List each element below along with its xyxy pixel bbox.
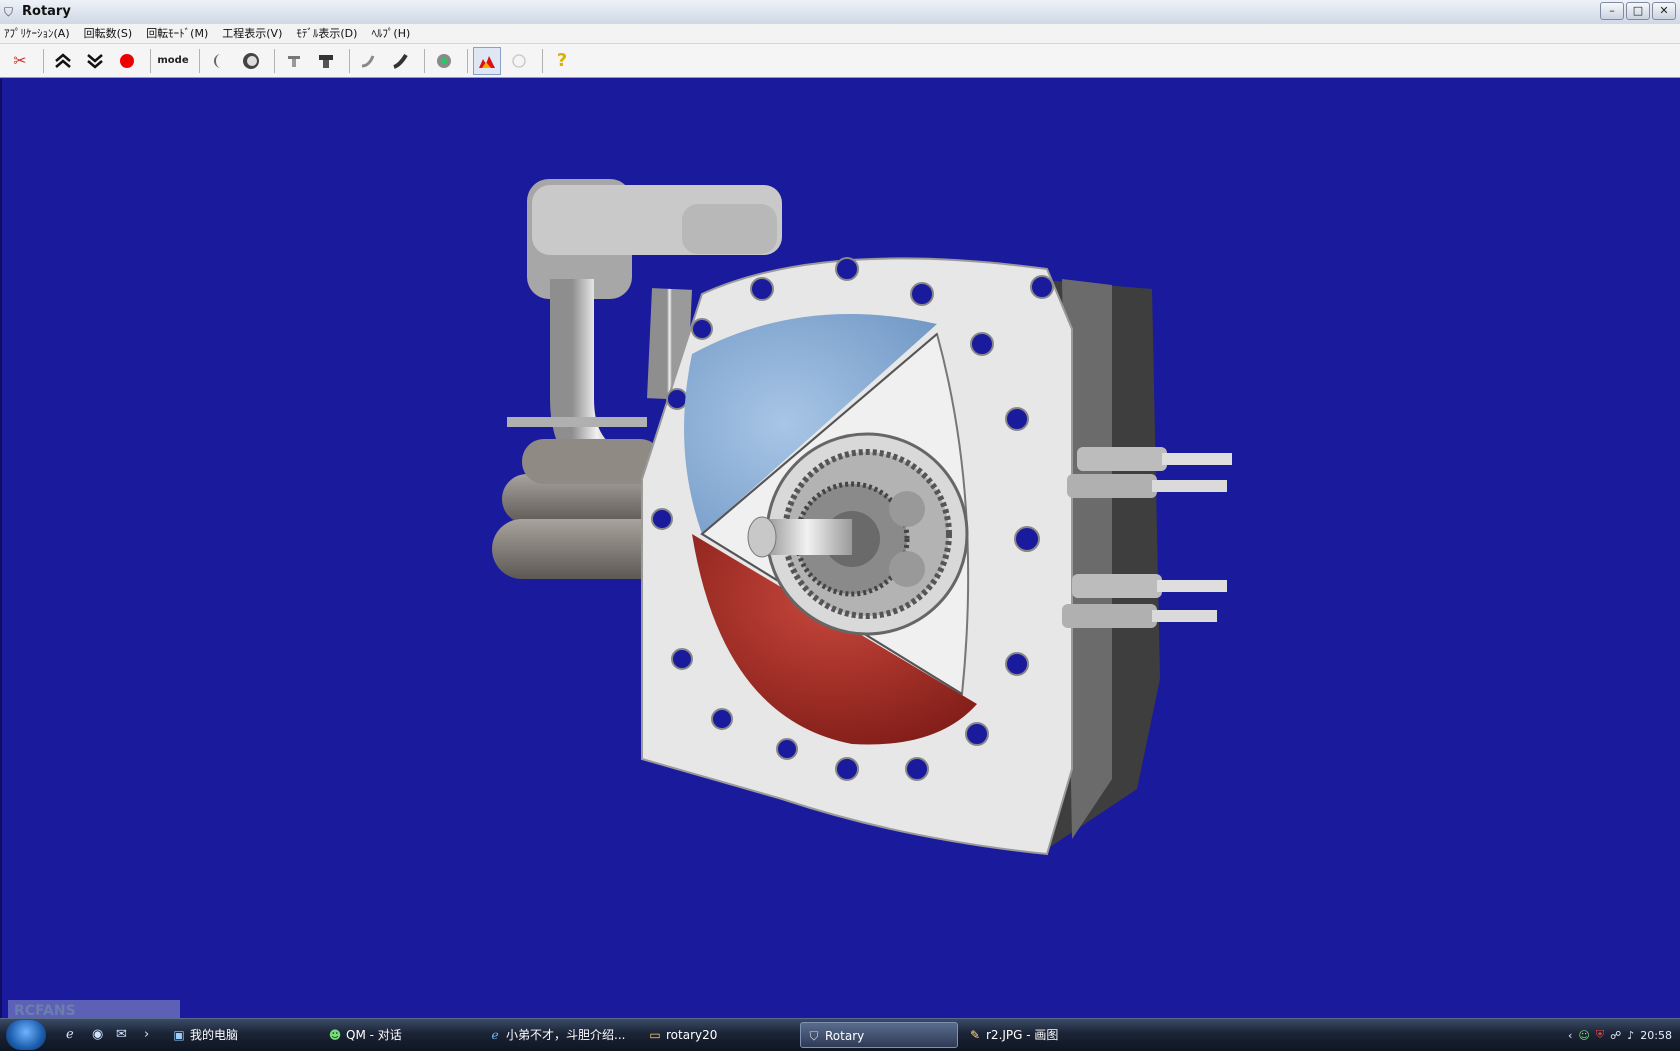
toolbar-separator [467, 48, 468, 73]
close-button[interactable]: ✕ [1652, 2, 1676, 20]
task-label: 我的电脑 [190, 1028, 239, 1042]
title-bar: ⛉ Rotary – □ ✕ [0, 0, 1680, 25]
task-rotary[interactable]: ⛉ Rotary [800, 1022, 958, 1048]
menu-application[interactable]: ｱﾌﾟﾘｹｰｼｮﾝ(A) [4, 24, 70, 43]
menu-help[interactable]: ﾍﾙﾌﾟ(H) [371, 24, 410, 43]
user-icon[interactable]: ☺ [1578, 1029, 1589, 1042]
ie-icon: ℯ [491, 1028, 499, 1042]
crescent-icon[interactable] [205, 47, 233, 75]
task-qm-chat[interactable]: ☻ QM - 对话 [322, 1022, 472, 1048]
rotary-engine-model [492, 179, 1232, 856]
flame-icon[interactable] [473, 46, 501, 75]
network-icon[interactable]: ☍ [1610, 1029, 1621, 1042]
clock[interactable]: 20:58 [1640, 1029, 1672, 1042]
toolbar-separator [43, 48, 44, 73]
minimize-button[interactable]: – [1600, 2, 1624, 20]
toolbar-separator [424, 48, 425, 73]
menu-model-display[interactable]: ﾓﾃﾞﾙ表示(D) [296, 24, 357, 43]
help-question-icon[interactable]: ? [548, 47, 576, 75]
tray-expand-icon[interactable]: ‹ [1568, 1029, 1572, 1042]
computer-icon: ▣ [173, 1028, 185, 1042]
stop-red-circle-icon[interactable] [113, 47, 141, 75]
engine-icon[interactable] [430, 47, 458, 75]
ring-icon[interactable] [237, 47, 265, 75]
scissors-icon[interactable]: ✂ [6, 47, 34, 75]
part-a-icon[interactable] [280, 47, 308, 75]
window-title: Rotary [22, 4, 71, 19]
maximize-button[interactable]: □ [1626, 2, 1650, 20]
task-paint[interactable]: ✎ r2.JPG - 画图 [962, 1022, 1122, 1048]
window-controls: – □ ✕ [1600, 2, 1676, 20]
menu-process-display[interactable]: 工程表示(V) [222, 24, 282, 43]
double-chevron-down-icon[interactable] [81, 47, 109, 75]
menu-bar: ｱﾌﾟﾘｹｰｼｮﾝ(A) 回転数(S) 回転ﾓｰﾄﾞ(M) 工程表示(V) ﾓﾃ… [0, 24, 1680, 44]
quicklaunch-more-icon[interactable]: › [144, 1027, 149, 1042]
shield-icon[interactable]: ⛨ [1596, 1028, 1604, 1042]
taskbar: ℯ ◉ ✉ › ▣ 我的电脑 ☻ QM - 对话 ℯ 小弟不才，斗胆介绍... … [0, 1018, 1680, 1051]
mail-quicklaunch-icon[interactable]: ✉ [116, 1027, 127, 1042]
ie-quicklaunch-icon[interactable]: ℯ [66, 1027, 74, 1042]
task-label: 小弟不才，斗胆介绍... [506, 1028, 626, 1042]
toolbar-separator [150, 48, 151, 73]
chat-icon: ☻ [328, 1028, 342, 1042]
3d-viewport[interactable] [0, 79, 1680, 1018]
task-label: r2.JPG - 画图 [986, 1028, 1059, 1042]
toolbar-separator [274, 48, 275, 73]
start-button[interactable] [6, 1020, 46, 1050]
mode-button[interactable]: mode [156, 47, 190, 75]
paint-icon: ✎ [969, 1028, 981, 1042]
volume-icon[interactable]: ♪ [1627, 1029, 1634, 1042]
toolbar-separator [349, 48, 350, 73]
double-chevron-up-icon[interactable] [49, 47, 77, 75]
task-label: QM - 对话 [346, 1028, 402, 1042]
toolbar-separator [542, 48, 543, 73]
menu-rotation-mode[interactable]: 回転ﾓｰﾄﾞ(M) [146, 24, 208, 43]
rotary-app-icon[interactable]: ⛉ [4, 5, 13, 20]
task-browser[interactable]: ℯ 小弟不才，斗胆介绍... [482, 1022, 642, 1048]
part-b-icon[interactable] [312, 47, 340, 75]
disabled-circle-icon[interactable] [505, 47, 533, 75]
toolbar-separator [199, 48, 200, 73]
task-label: rotary20 [666, 1028, 718, 1042]
task-label: Rotary [825, 1029, 865, 1043]
folder-icon: ▭ [649, 1028, 661, 1042]
media-quicklaunch-icon[interactable]: ◉ [92, 1027, 103, 1042]
system-tray: ‹ ☺ ⛨ ☍ ♪ 20:58 [1568, 1019, 1680, 1051]
hose-a-icon[interactable] [355, 47, 383, 75]
task-folder-rotary20[interactable]: ▭ rotary20 [642, 1022, 792, 1048]
hose-b-icon[interactable] [387, 47, 415, 75]
output-shaft [747, 516, 852, 558]
rotary-icon: ⛉ [809, 1029, 819, 1043]
task-my-computer[interactable]: ▣ 我的电脑 [166, 1022, 316, 1048]
toolbar: ✂ mode ? [0, 44, 1680, 78]
menu-rotation-speed[interactable]: 回転数(S) [84, 24, 133, 43]
